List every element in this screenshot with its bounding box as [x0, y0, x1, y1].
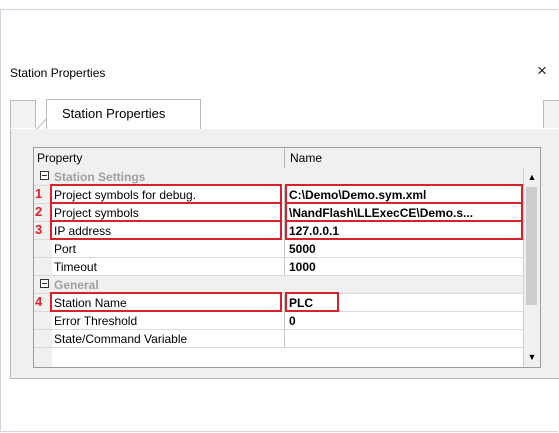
tab-label: Station Properties — [62, 106, 166, 121]
column-divider[interactable] — [284, 148, 285, 168]
annotation-marker: 2 — [35, 204, 43, 219]
cell-divider — [284, 258, 285, 276]
panel-divider — [10, 378, 559, 379]
property-value[interactable]: 0 — [289, 314, 521, 328]
grid-header: Property Name — [34, 148, 540, 169]
scroll-down-icon[interactable]: ▼ — [524, 349, 540, 366]
highlight-box — [50, 292, 282, 312]
property-row[interactable]: Port 5000 — [34, 240, 523, 258]
annotation-marker: 4 — [35, 294, 43, 309]
category-label: General — [54, 278, 99, 292]
highlight-box — [50, 184, 282, 204]
highlight-box — [50, 202, 282, 222]
cell-divider — [284, 240, 285, 258]
property-label[interactable]: Port — [54, 242, 282, 256]
property-row[interactable]: State/Command Variable — [34, 330, 523, 348]
property-value[interactable]: 5000 — [289, 242, 521, 256]
category-label: Station Settings — [54, 170, 146, 184]
property-label[interactable]: Error Threshold — [54, 314, 282, 328]
vertical-scrollbar[interactable]: ▲ ▼ — [523, 168, 540, 367]
highlight-box — [285, 220, 523, 240]
tab-right-stub[interactable] — [543, 100, 559, 128]
cell-divider — [284, 312, 285, 330]
close-icon[interactable]: × — [537, 61, 547, 81]
tab-left-stub[interactable] — [10, 100, 36, 128]
annotation-marker: 1 — [35, 186, 43, 201]
collapse-icon[interactable] — [40, 279, 49, 288]
highlight-box — [285, 184, 523, 204]
property-row[interactable]: Error Threshold 0 — [34, 312, 523, 330]
highlight-box — [285, 292, 339, 312]
property-grid: Property Name Station Settings Project sy… — [33, 147, 541, 368]
window-title: Station Properties — [10, 66, 106, 80]
collapse-icon[interactable] — [40, 171, 49, 180]
scroll-up-icon[interactable]: ▲ — [524, 169, 540, 186]
row-line — [34, 347, 523, 348]
cell-divider — [284, 330, 285, 348]
property-row[interactable]: Timeout 1000 — [34, 258, 523, 276]
property-label[interactable]: Timeout — [54, 260, 282, 274]
scroll-thumb[interactable] — [526, 187, 537, 305]
highlight-box — [285, 202, 523, 222]
property-value[interactable]: 1000 — [289, 260, 521, 274]
annotation-marker: 3 — [35, 222, 43, 237]
highlight-box — [50, 220, 282, 240]
column-header-name[interactable]: Name — [290, 151, 322, 165]
column-header-property[interactable]: Property — [37, 151, 82, 165]
property-label[interactable]: State/Command Variable — [54, 332, 282, 346]
